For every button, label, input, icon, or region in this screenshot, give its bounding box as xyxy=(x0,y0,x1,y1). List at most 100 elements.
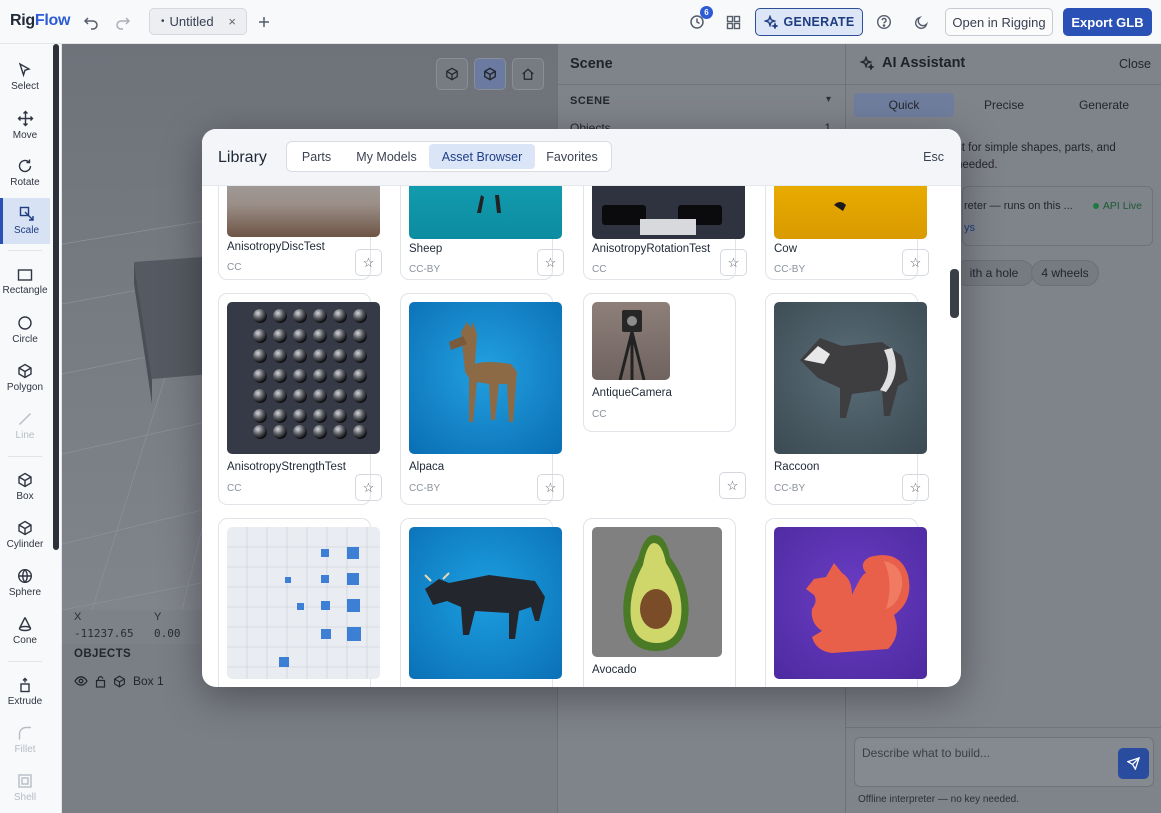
tool-circle[interactable]: Circle xyxy=(0,307,50,353)
asset-card-anisotropy-rotation[interactable]: AnisotropyRotationTest CC ☆ xyxy=(583,186,747,280)
tab-generate[interactable]: Generate xyxy=(1054,93,1154,117)
tab-quick[interactable]: Quick xyxy=(854,93,954,117)
tool-rectangle[interactable]: Rectangle xyxy=(0,259,50,305)
asset-card-anisotropy-strength[interactable]: AnisotropyStrengthTest CC ☆ xyxy=(218,293,382,505)
asset-card-sheep[interactable]: Sheep CC-BY ☆ xyxy=(400,186,564,280)
asset-card-squirrel[interactable] xyxy=(765,518,927,687)
ai-close-button[interactable]: Close xyxy=(1119,57,1151,71)
test-grid-illustration xyxy=(227,527,380,679)
brand-right: Flow xyxy=(34,12,71,29)
rotate-icon xyxy=(18,159,32,173)
library-scrollbar[interactable] xyxy=(950,269,959,318)
asset-card-avocado[interactable]: Avocado xyxy=(583,518,736,687)
chevron-down-icon[interactable]: ▾ xyxy=(826,94,831,105)
polygon-icon xyxy=(18,363,32,379)
object-name: Box 1 xyxy=(133,674,164,688)
lock-icon[interactable] xyxy=(95,675,106,688)
tool-rotate[interactable]: Rotate xyxy=(0,150,50,196)
tool-fillet[interactable]: Fillet xyxy=(0,717,50,763)
asset-thumbnail xyxy=(409,186,562,239)
favorite-star-icon[interactable]: ☆ xyxy=(537,249,564,276)
asset-card-bull[interactable] xyxy=(400,518,562,687)
toolbar-scrollbar[interactable] xyxy=(53,44,59,550)
asset-card-anisotropy-disc[interactable]: AnisotropyDiscTest CC ☆ xyxy=(218,186,382,280)
favorite-star-icon[interactable]: ☆ xyxy=(537,474,564,501)
objects-header: OBJECTS xyxy=(74,648,132,660)
object-row[interactable]: Box 1 xyxy=(74,674,164,688)
api-live-status: API Live xyxy=(1092,200,1142,212)
favorite-star-icon[interactable]: ☆ xyxy=(355,474,382,501)
sparkle-icon xyxy=(860,56,874,70)
tab-precise[interactable]: Precise xyxy=(954,93,1054,117)
undo-icon[interactable] xyxy=(78,9,104,35)
favorite-star-icon[interactable]: ☆ xyxy=(720,249,747,276)
asset-thumbnail xyxy=(774,527,927,679)
tool-line[interactable]: Line xyxy=(0,403,50,449)
api-live-text: API Live xyxy=(1102,200,1142,212)
view-perspective-button[interactable] xyxy=(436,58,468,90)
ai-title-text: AI Assistant xyxy=(882,55,966,71)
tool-box[interactable]: Box xyxy=(0,464,50,510)
sphere-grid-illustration xyxy=(253,309,367,439)
prompt-input[interactable]: Describe what to build... xyxy=(854,737,1154,787)
export-glb-button[interactable]: Export GLB xyxy=(1063,8,1152,36)
view-solid-button[interactable] xyxy=(474,58,506,90)
tab-favorites[interactable]: Favorites xyxy=(535,144,609,169)
new-tab-icon[interactable] xyxy=(251,9,277,35)
asset-card-alpaca[interactable]: Alpaca CC-BY ☆ xyxy=(400,293,564,505)
tool-label: Extrude xyxy=(7,696,43,707)
interpreter-card: reter — runs on this ... API Live ys xyxy=(962,186,1153,246)
tool-divider xyxy=(8,661,42,662)
favorite-star-icon[interactable]: ☆ xyxy=(355,249,382,276)
compose-divider xyxy=(846,727,1161,728)
scene-section-header[interactable]: SCENE xyxy=(570,95,610,107)
tool-sphere[interactable]: Sphere xyxy=(0,560,50,606)
eye-icon[interactable] xyxy=(74,675,88,687)
asset-license: CC xyxy=(227,262,242,273)
tab-asset-browser[interactable]: Asset Browser xyxy=(429,144,535,169)
tool-shell[interactable]: Shell xyxy=(0,765,50,811)
tool-cone[interactable]: Cone xyxy=(0,608,50,654)
view-home-button[interactable] xyxy=(512,58,544,90)
tool-label: Shell xyxy=(13,792,37,803)
tool-label: Move xyxy=(12,129,38,141)
suggestion-chip[interactable]: 4 wheels xyxy=(1031,260,1099,286)
tab-my-models[interactable]: My Models xyxy=(344,144,429,169)
generate-button[interactable]: GENERATE xyxy=(755,8,863,36)
tool-scale[interactable]: Scale xyxy=(0,198,50,244)
asset-name: AnisotropyRotationTest xyxy=(592,243,711,255)
asset-card-cow[interactable]: Cow CC-BY ☆ xyxy=(765,186,929,280)
tool-extrude[interactable]: Extrude xyxy=(0,669,50,715)
grid-icon[interactable] xyxy=(720,9,746,35)
dark-mode-icon[interactable] xyxy=(908,9,934,35)
esc-close-button[interactable]: Esc xyxy=(923,150,944,164)
favorite-star-icon[interactable]: ☆ xyxy=(719,472,746,499)
tool-polygon[interactable]: Polygon xyxy=(0,355,50,401)
tool-move[interactable]: Move xyxy=(0,102,50,148)
suggestion-chip[interactable]: ith a hole xyxy=(954,260,1034,286)
open-in-rigging-button[interactable]: Open in Rigging xyxy=(945,8,1053,36)
asset-card-test-chart[interactable] xyxy=(218,518,380,687)
asset-card-raccoon[interactable]: Raccoon CC-BY ☆ xyxy=(765,293,929,505)
favorite-star-icon[interactable]: ☆ xyxy=(902,474,929,501)
asset-license: CC-BY xyxy=(774,264,806,275)
keys-link[interactable]: ys xyxy=(964,222,975,234)
redo-icon[interactable] xyxy=(110,9,136,35)
send-button[interactable] xyxy=(1118,748,1149,779)
ai-hint-line: needed. xyxy=(956,159,998,171)
cone-icon xyxy=(18,617,32,632)
tool-cylinder[interactable]: Cylinder xyxy=(0,512,50,558)
tab-parts[interactable]: Parts xyxy=(289,144,344,169)
close-tab-icon[interactable]: × xyxy=(228,14,236,29)
brand-left: Rig xyxy=(10,12,35,29)
cow-illustration xyxy=(834,202,846,211)
favorite-star-icon[interactable]: ☆ xyxy=(902,249,929,276)
asset-license: CC-BY xyxy=(774,483,806,494)
help-icon[interactable] xyxy=(871,9,897,35)
tool-label: Box xyxy=(16,491,34,502)
asset-card-antique-camera[interactable]: AntiqueCamera CC xyxy=(583,293,736,432)
asset-grid: AnisotropyDiscTest CC ☆ Sheep CC-BY ☆ An… xyxy=(202,186,961,687)
asset-name: Sheep xyxy=(409,243,443,255)
tool-select[interactable]: Select xyxy=(0,54,50,100)
document-tab[interactable]: • Untitled × xyxy=(149,8,247,35)
